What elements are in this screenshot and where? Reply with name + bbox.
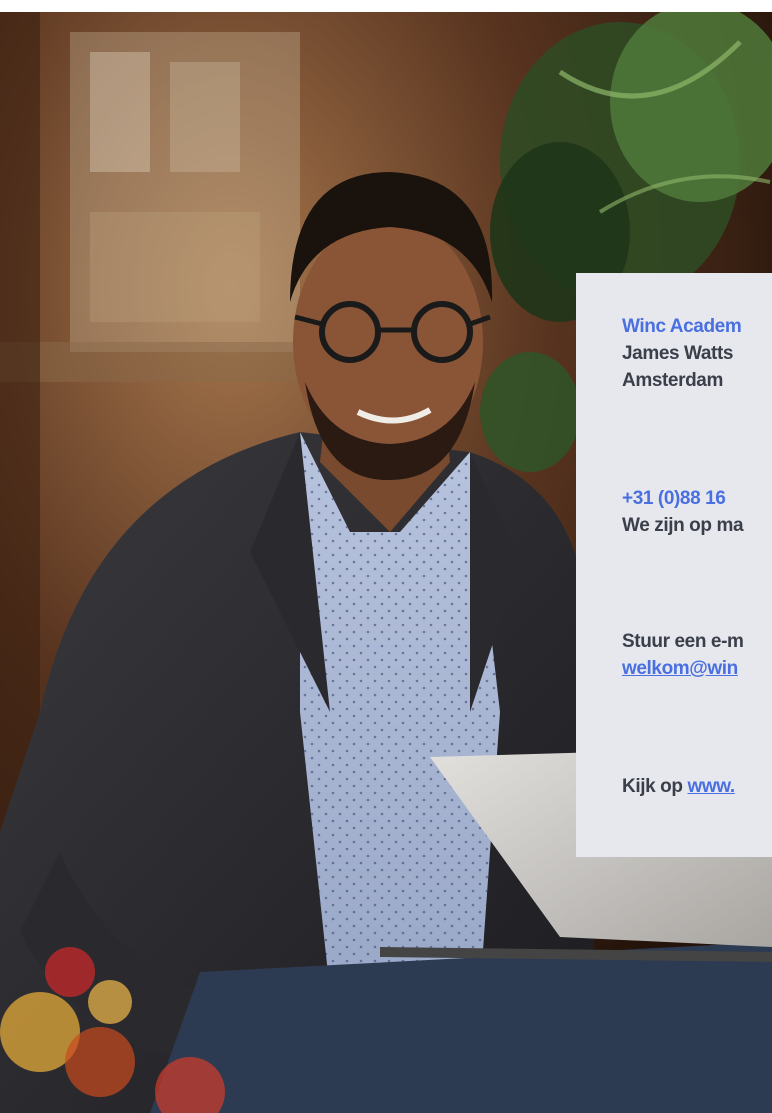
phone-block: +31 (0)88 16 We zijn op ma [622,485,744,539]
company-name: Winc Academ [622,316,742,337]
website-block: Kijk op www. [622,773,735,800]
email-line: welkom@win [622,655,744,682]
city: Amsterdam [622,370,723,391]
street-address: James Watts [622,343,734,364]
email-block: Stuur een e-m welkom@win [622,628,744,682]
website-line: Kijk op www. [622,773,735,800]
email-prompt: Stuur een e-m [622,631,744,652]
website-link[interactable]: www. [687,776,735,797]
email-link[interactable]: welkom@win [622,658,738,679]
website-prefix: Kijk op [622,776,683,797]
page: Winc Academ James Watts Amsterdam +31 (0… [0,0,772,1113]
phone-number[interactable]: +31 (0)88 16 [622,485,743,512]
address-block: Winc Academ James Watts Amsterdam [622,313,742,394]
opening-hours: We zijn op ma [622,515,744,536]
contact-card: Winc Academ James Watts Amsterdam +31 (0… [576,273,772,857]
